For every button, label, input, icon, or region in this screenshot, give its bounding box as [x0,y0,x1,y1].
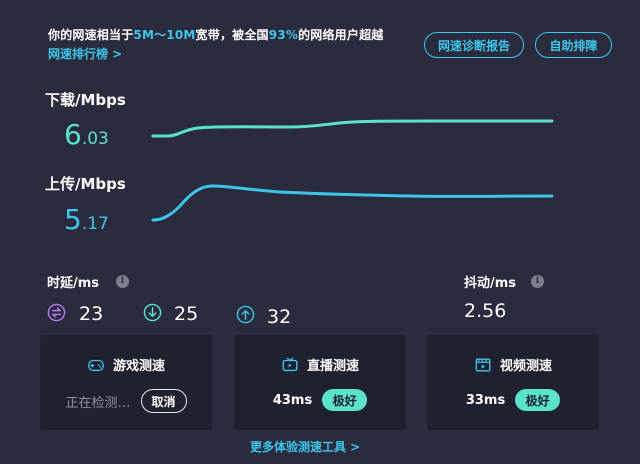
jitter-label: 抖动/ms [464,276,517,291]
download-value: 6.03 [64,118,109,151]
info-icon[interactable]: i [116,275,129,288]
diagnose-report-button[interactable]: 网速诊断报告 [424,32,524,58]
cancel-button[interactable]: 取消 [140,389,187,413]
download-arrow-icon [143,303,162,322]
game-testing-status: 正在检测… [65,395,131,411]
download-dec: .03 [81,129,109,149]
upload-arrow-icon [236,305,255,324]
download-speed-line [151,119,554,138]
summary-bandwidth: 5M～10M [133,28,196,42]
game-card-title: 游戏测速 [112,359,165,374]
latency-upload-value: 32 [267,306,292,328]
download-label: 下载/Mbps [45,91,126,109]
summary-percent: 93% [268,28,299,42]
jitter-value: 2.56 [464,300,507,322]
upload-speed-line [151,184,554,222]
summary-suffix: 的网络用户超越 [298,28,384,42]
live-rating-badge: 极好 [322,389,368,411]
live-speed-card[interactable]: 直播测速 43ms 极好 [234,335,406,430]
live-card-title: 直播测速 [306,359,359,374]
live-latency-value: 43ms [272,392,313,408]
self-troubleshoot-button[interactable]: 自助排障 [535,32,612,58]
video-film-icon [475,357,491,372]
download-int: 6 [64,118,82,151]
info-icon[interactable]: i [531,275,544,288]
latency-label: 时延/ms [47,276,100,291]
gamepad-icon [88,359,104,371]
exchange-icon [47,303,66,322]
more-tools-link[interactable]: 更多体验测速工具 > [250,438,360,455]
upload-dec: .17 [81,214,109,234]
upload-value: 5.17 [64,203,109,236]
video-speed-card[interactable]: 视频测速 33ms 极好 [427,335,599,430]
upload-int: 5 [64,203,82,236]
rank-link[interactable]: 网速排行榜 > [48,45,122,62]
summary-prefix: 你的网速相当于 [48,28,134,42]
tv-icon [282,357,298,371]
game-speed-card: 游戏测速 正在检测… 取消 [40,335,212,430]
video-rating-badge: 极好 [515,389,561,411]
summary-middle: 宽带，被全国 [195,28,269,42]
video-card-title: 视频测速 [499,359,552,374]
video-latency-value: 33ms [465,392,506,408]
upload-label: 上传/Mbps [45,175,126,193]
latency-exchange-value: 23 [79,303,104,325]
latency-download-value: 25 [174,303,199,325]
speed-summary: 你的网速相当于5M～10M宽带，被全国93%的网络用户超越 [48,26,383,43]
